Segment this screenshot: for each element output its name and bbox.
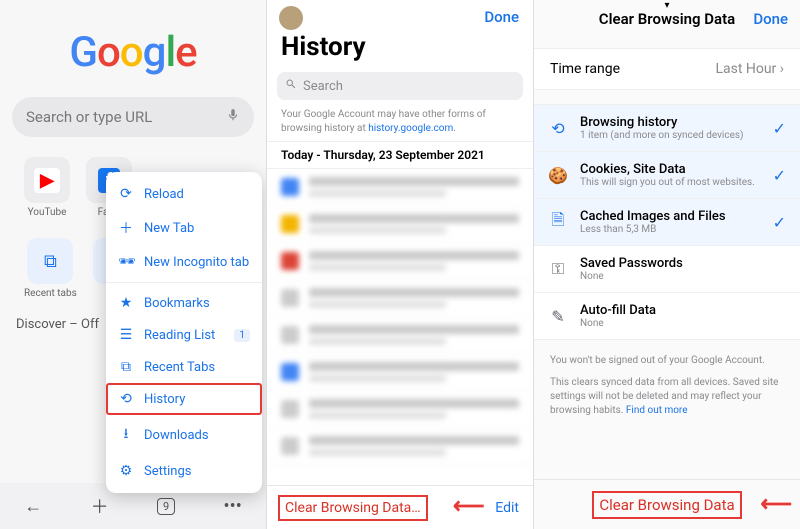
history-search-placeholder: Search (303, 79, 343, 94)
done-button[interactable]: Done (484, 8, 519, 26)
reload-icon: ⟳ (118, 186, 134, 202)
gear-icon: ⚙ (118, 463, 134, 479)
history-date-header: Today - Thursday, 23 September 2021 (267, 141, 533, 169)
option-cookies[interactable]: 🍪 Cookies, Site DataThis will sign you o… (534, 152, 800, 199)
time-range-row[interactable]: Time range Last Hour › (534, 48, 800, 90)
menu-new-tab[interactable]: ＋New Tab (106, 210, 262, 246)
back-button[interactable]: ← (24, 496, 42, 517)
menu-incognito[interactable]: 🕶New Incognito tab (106, 246, 262, 278)
history-row[interactable] (267, 280, 533, 317)
clear-options: ⟲ Browsing history1 item (and more on sy… (534, 104, 800, 340)
history-search[interactable]: Search (277, 72, 523, 100)
reading-badge: 1 (234, 329, 250, 342)
history-icon: ⟲ (118, 391, 134, 407)
done-button[interactable]: Done (753, 10, 788, 28)
check-icon: ✓ (773, 213, 786, 232)
omnibox-placeholder: Search or type URL (26, 108, 152, 126)
menu-recent-tabs[interactable]: ⧉Recent Tabs (106, 351, 262, 383)
menu-separator (106, 282, 262, 283)
option-passwords[interactable]: ⚿ Saved PasswordsNone (534, 246, 800, 293)
history-pane: Done History Search Your Google Account … (266, 0, 533, 529)
shortcut-recent-tabs[interactable]: ⧉ Recent tabs (24, 238, 77, 299)
history-google-link[interactable]: history.google.com (368, 123, 453, 134)
mic-icon[interactable] (226, 108, 240, 126)
download-icon: ⭳ (118, 423, 134, 447)
menu-history[interactable]: ⟲History (106, 383, 262, 415)
plus-icon: ＋ (118, 218, 134, 238)
incognito-icon: 🕶 (118, 254, 134, 270)
account-history-note: Your Google Account may have other forms… (267, 108, 533, 141)
annotation-arrow: ⟵ (760, 492, 792, 517)
autofill-icon: ✎ (548, 306, 568, 326)
menu-reload[interactable]: ⟳Reload (106, 178, 262, 210)
key-icon: ⚿ (548, 259, 568, 279)
tabs-icon: ⧉ (118, 359, 134, 375)
search-icon (285, 78, 297, 94)
overflow-menu-button[interactable]: ••• (224, 496, 242, 517)
menu-reading-list[interactable]: ☰Reading List1 (106, 319, 262, 351)
menu-settings[interactable]: ⚙Settings (106, 455, 262, 487)
option-cached[interactable]: 🗎 Cached Images and FilesLess than 5,3 M… (534, 199, 800, 246)
history-row[interactable] (267, 354, 533, 391)
history-icon: ⟲ (548, 118, 568, 138)
cache-icon: 🗎 (548, 212, 568, 232)
history-title: History (267, 30, 533, 68)
option-autofill[interactable]: ✎ Auto-fill DataNone (534, 293, 800, 339)
check-icon: ✓ (773, 119, 786, 138)
menu-downloads[interactable]: ⭳Downloads (106, 415, 262, 455)
list-icon: ☰ (118, 327, 134, 343)
overflow-menu: ⟳Reload ＋New Tab 🕶New Incognito tab ★Boo… (106, 172, 262, 493)
option-browsing-history[interactable]: ⟲ Browsing history1 item (and more on sy… (534, 105, 800, 152)
avatar[interactable] (279, 6, 303, 30)
star-icon: ★ (118, 295, 134, 311)
recent-tabs-icon: ⧉ (27, 238, 73, 284)
edit-button[interactable]: Edit (495, 500, 519, 516)
history-header: Done (267, 0, 533, 30)
history-footer: Clear Browsing Data… Edit (267, 485, 533, 529)
youtube-icon: ▶ (34, 168, 60, 193)
new-tab-button[interactable]: ＋ (91, 493, 109, 519)
chrome-home-pane: Google Search or type URL ▶ YouTube f Fa… (0, 0, 266, 529)
time-range-value: Last Hour › (715, 61, 784, 77)
clear-data-pane: ▾ Clear Browsing Data Done Time range La… (533, 0, 800, 529)
clear-browsing-data-button[interactable]: Clear Browsing Data (595, 494, 738, 516)
annotation-arrow: ⟵ (453, 494, 485, 519)
clear-data-header: Clear Browsing Data Done (534, 0, 800, 38)
history-row[interactable] (267, 428, 533, 465)
google-logo: Google (0, 28, 266, 77)
history-row[interactable] (267, 206, 533, 243)
find-out-more-link[interactable]: Find out more (626, 405, 688, 416)
history-row[interactable] (267, 391, 533, 428)
sync-note: This clears synced data from all devices… (534, 374, 800, 424)
history-row[interactable] (267, 169, 533, 206)
history-row[interactable] (267, 317, 533, 354)
shortcut-youtube[interactable]: ▶ YouTube (24, 157, 70, 218)
tab-switcher[interactable]: 9 (157, 498, 175, 515)
signout-note: You won't be signed out of your Google A… (534, 340, 800, 374)
cookie-icon: 🍪 (548, 165, 568, 185)
history-row[interactable] (267, 243, 533, 280)
check-icon: ✓ (773, 166, 786, 185)
omnibox[interactable]: Search or type URL (12, 97, 254, 137)
clear-data-title: Clear Browsing Data (599, 10, 735, 28)
menu-bookmarks[interactable]: ★Bookmarks (106, 287, 262, 319)
clear-browsing-data-link[interactable]: Clear Browsing Data… (281, 498, 425, 518)
time-range-label: Time range (550, 61, 620, 77)
